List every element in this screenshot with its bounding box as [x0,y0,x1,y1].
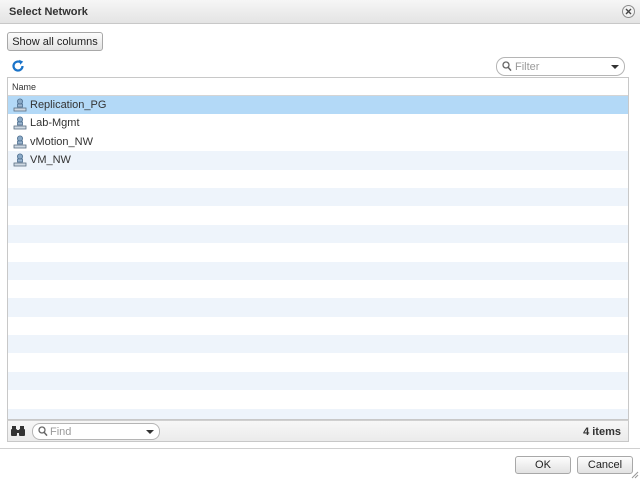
empty-row [8,170,628,188]
row-network-name: VM_NW [30,154,71,167]
close-button[interactable] [622,5,635,18]
table-footer: Find 4 items [7,420,629,442]
dialog-titlebar: Select Network [0,0,640,24]
find-input[interactable]: Find [32,423,160,440]
empty-row [8,243,628,261]
chevron-down-icon[interactable] [611,65,619,69]
show-all-columns-button[interactable]: Show all columns [7,32,103,51]
table-row[interactable]: Replication_PG [8,96,628,115]
table-rows: Replication_PG Lab-Mgmt vMotion_NW VM_NW [8,96,628,419]
empty-row [8,317,628,335]
footer-divider [0,448,640,449]
search-icon [38,426,48,437]
row-network-name: Replication_PG [30,99,107,111]
empty-row [8,224,628,244]
filter-input[interactable]: Filter [496,57,625,76]
ok-button[interactable]: OK [515,456,571,474]
binoculars-icon [11,426,25,436]
empty-row [8,390,628,408]
find-button[interactable] [11,425,25,440]
chevron-down-icon[interactable] [146,430,154,434]
row-network-name: Lab-Mgmt [30,117,80,130]
empty-row [8,261,628,280]
empty-row [8,298,628,317]
find-placeholder: Find [50,426,72,438]
cancel-button[interactable]: Cancel [577,456,633,474]
filter-placeholder: Filter [515,61,540,73]
empty-row [8,206,628,224]
refresh-button[interactable] [11,59,25,73]
table-row[interactable]: vMotion_NW [8,133,628,151]
empty-row [8,408,628,419]
network-portgroup-icon [13,135,27,149]
row-network-name: vMotion_NW [30,135,93,148]
close-icon [625,8,632,15]
network-portgroup-icon [13,116,27,130]
network-portgroup-icon [13,153,27,167]
network-portgroup-icon [13,98,27,112]
empty-row [8,371,628,391]
search-icon [502,61,512,72]
network-table: Name Replication_PG Lab-Mgmt vMotion_NW … [7,77,629,420]
empty-row [8,335,628,354]
table-row[interactable]: VM_NW [8,151,628,170]
refresh-icon [12,59,24,72]
dialog-title: Select Network [9,6,88,18]
empty-row [8,353,628,371]
table-row[interactable]: Lab-Mgmt [8,114,628,132]
empty-row [8,280,628,298]
item-count: 4 items [583,426,621,438]
empty-row [8,187,628,207]
resize-grip-icon[interactable] [630,470,639,479]
column-header-name[interactable]: Name [8,78,628,96]
